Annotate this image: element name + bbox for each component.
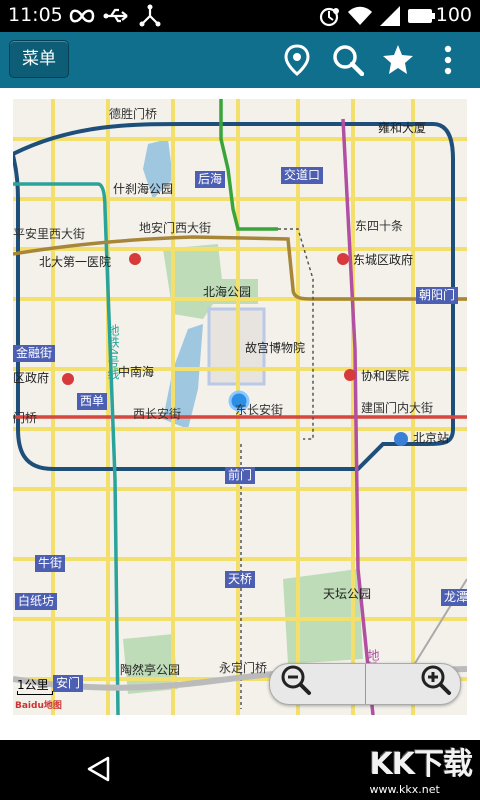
infinity-icon <box>69 9 95 23</box>
wifi-icon <box>348 6 372 25</box>
road-deshengmenqiao: 德胜门桥 <box>109 107 158 121</box>
poi-zhongnanhai[interactable]: 中南海 <box>118 365 154 380</box>
scale-bar <box>17 691 53 695</box>
station-jiaodaokou[interactable]: 交道口 <box>281 167 324 184</box>
status-bar: 11:05 100 <box>0 0 480 32</box>
dnd-icon <box>319 7 339 27</box>
station-qianmen[interactable]: 前门 <box>225 467 256 484</box>
poi-shichahai[interactable]: 什刹海公园 <box>113 182 173 197</box>
poi-tiantan[interactable]: 天坛公园 <box>323 587 371 602</box>
station-niujie[interactable]: 牛街 <box>35 555 66 572</box>
zoom-in-button[interactable] <box>420 664 452 696</box>
watermark: KK下载 www.kkx.net <box>370 739 473 796</box>
road-xichangan: 西长安街 <box>133 407 182 421</box>
zoom-out-button[interactable] <box>280 664 312 696</box>
station-longtan[interactable]: 龙潭 <box>441 589 467 606</box>
road-dongsi: 东四十条 <box>355 219 404 233</box>
government-icon <box>62 373 74 385</box>
road-dongchangan: 东长安街 <box>235 403 284 417</box>
battery-icon <box>408 9 435 23</box>
metro-line-8 <box>219 99 278 231</box>
poi-xiehe-hospital[interactable]: 协和医院 <box>361 369 409 384</box>
status-time: 11:05 <box>8 4 63 26</box>
poi-beihai[interactable]: 北海公园 <box>203 285 251 300</box>
zoom-divider <box>365 664 366 704</box>
poi-palace-museum[interactable]: 故宫博物院 <box>245 341 305 356</box>
search-icon[interactable] <box>332 44 364 76</box>
watermark-url: www.kkx.net <box>369 783 440 796</box>
train-station-icon <box>394 432 408 446</box>
menu-button[interactable]: 菜单 <box>9 40 69 78</box>
station-tianqiao[interactable]: 天桥 <box>225 571 256 588</box>
hospital-icon <box>337 253 349 265</box>
usb-debug-icon <box>139 4 161 27</box>
system-nav-bar: KK下载 www.kkx.net <box>0 740 480 800</box>
back-icon[interactable] <box>84 754 114 784</box>
station-baizhifang[interactable]: 白纸坊 <box>15 593 58 610</box>
watermark-brand: KK下载 <box>369 747 473 782</box>
usb-icon <box>103 8 128 23</box>
overflow-menu-icon[interactable] <box>442 44 454 76</box>
station-xidan[interactable]: 西单 <box>77 393 108 410</box>
baidu-logo: Baidu地图 <box>15 701 62 711</box>
poi-peking-hospital[interactable]: 北大第一医院 <box>39 255 111 270</box>
poi-xicheng-gov[interactable]: 区政府 <box>13 371 49 386</box>
signal-icon <box>380 6 400 26</box>
zoom-control <box>269 663 461 705</box>
road-yongdingmenqiao: 永定门桥 <box>219 661 268 675</box>
station-youanmen[interactable]: 安门 <box>53 675 84 692</box>
poi-taoranting[interactable]: 陶然亭公园 <box>120 663 180 678</box>
metro-under-construction <box>278 228 314 440</box>
station-chaoyangmen[interactable]: 朝阳门 <box>416 287 459 304</box>
road-metro4: 地铁4号线 <box>106 324 120 380</box>
content-area: 雍和大厦 什刹海公园 北大第一医院 北海公园 东城区政府 故宫博物院 中南海 区… <box>0 88 480 740</box>
battery-percent: 100 <box>435 4 472 26</box>
hospital-icon <box>129 253 141 265</box>
poi-dongcheng-gov[interactable]: 东城区政府 <box>353 253 413 268</box>
app-bar: 菜单 <box>0 32 480 88</box>
station-houhai[interactable]: 后海 <box>195 171 226 188</box>
poi-beijing-station[interactable]: 北京站 <box>413 431 449 446</box>
poi-yonghe[interactable]: 雍和大厦 <box>378 121 426 136</box>
station-jinrongjie[interactable]: 金融街 <box>13 345 56 362</box>
road-fuxingmenqiao: 门桥 <box>13 411 38 425</box>
road-dianmen: 地安门西大街 <box>139 221 212 235</box>
road-pinganli: 平安里西大街 <box>13 227 86 241</box>
map-view[interactable]: 雍和大厦 什刹海公园 北大第一医院 北海公园 东城区政府 故宫博物院 中南海 区… <box>13 99 467 715</box>
road-jianguomen: 建国门内大街 <box>361 401 434 415</box>
location-pin-icon[interactable] <box>284 44 310 76</box>
star-icon[interactable] <box>382 44 414 76</box>
hospital-icon <box>344 369 356 381</box>
